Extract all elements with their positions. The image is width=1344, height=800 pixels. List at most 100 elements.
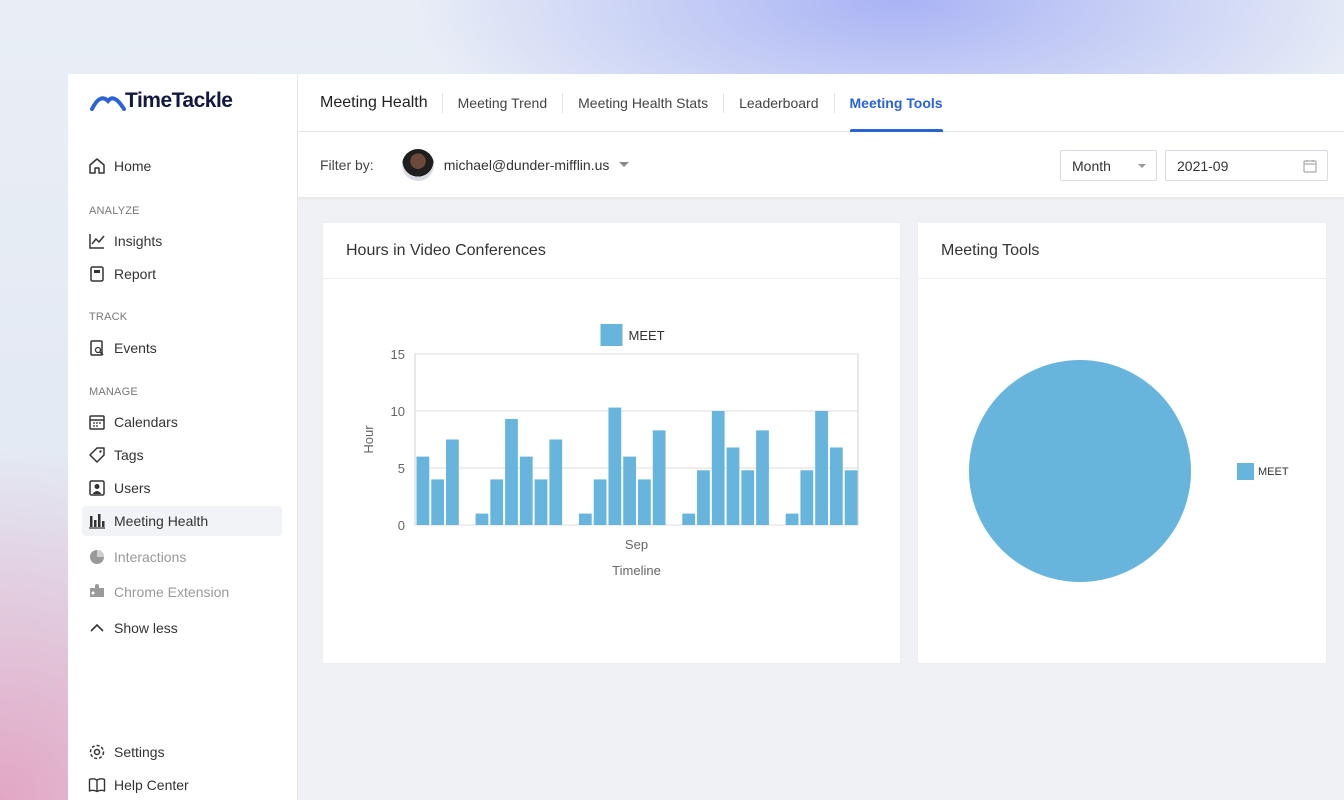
tab-leaderboard[interactable]: Leaderboard [723, 92, 833, 113]
date-picker[interactable]: 2021-09 [1165, 150, 1328, 181]
plot-frame [414, 353, 859, 526]
show-less-toggle[interactable]: Show less [82, 613, 282, 643]
bar[interactable] [475, 513, 489, 525]
app-window: TimeTackle Home ANALYZE Insights Report … [68, 74, 1344, 800]
logo[interactable]: TimeTackle [90, 89, 233, 112]
video-conferences-card: Hours in Video Conferences 0 5 10 15 Sep Time… [322, 222, 901, 664]
bar[interactable] [844, 470, 858, 525]
book-icon [88, 776, 106, 794]
bar[interactable] [505, 418, 518, 525]
calendar-icon [1303, 159, 1317, 176]
y-tick-label: 10 [391, 404, 405, 419]
x-axis-title: Timeline [612, 563, 661, 578]
bar[interactable] [711, 411, 725, 525]
chevron-up-icon [88, 619, 106, 637]
bar[interactable] [593, 479, 607, 525]
bar[interactable] [697, 470, 710, 525]
logo-text: TimeTackle [125, 89, 233, 112]
meeting-tools-card: Meeting Tools MEET [917, 222, 1327, 664]
sidebar-item-label: Calendars [114, 414, 178, 430]
section-label-track: TRACK [89, 311, 128, 323]
sidebar-item-label: Insights [114, 233, 163, 249]
bar[interactable] [785, 513, 799, 525]
gear-icon [88, 743, 106, 761]
bar-chart-icon [88, 512, 106, 530]
meeting-tools-pie-chart: MEET [969, 360, 1289, 582]
bar[interactable] [815, 411, 828, 525]
sidebar-item-label: Users [114, 480, 151, 496]
sidebar-item-events[interactable]: Events [82, 333, 282, 363]
section-label-manage: MANAGE [89, 386, 138, 398]
sidebar-item-label: Interactions [114, 549, 187, 565]
filter-bar: Filter by: michael@dunder-mifflin.us Mon… [298, 132, 1344, 198]
bar[interactable] [446, 439, 459, 526]
tab-meeting-health-stats[interactable]: Meeting Health Stats [562, 92, 723, 113]
legend-swatch[interactable] [1237, 463, 1254, 480]
pie-slice[interactable] [969, 360, 1191, 582]
sidebar-item-report[interactable]: Report [82, 259, 282, 289]
date-value: 2021-09 [1177, 157, 1229, 174]
caret-down-icon [1138, 164, 1146, 168]
y-tick-label: 0 [398, 518, 405, 533]
legend-label[interactable]: MEET [1258, 466, 1289, 478]
sidebar-item-users[interactable]: Users [82, 473, 282, 503]
timetackle-logo-icon [90, 96, 126, 111]
puzzle-icon [88, 583, 106, 601]
event-search-icon [88, 339, 106, 357]
line-chart-icon [88, 232, 106, 250]
sidebar-item-insights[interactable]: Insights [82, 226, 282, 256]
tag-icon [88, 446, 106, 464]
sidebar-item-home[interactable]: Home [82, 151, 282, 181]
sidebar-item-tags[interactable]: Tags [82, 440, 282, 470]
legend-label[interactable]: MEET [629, 328, 665, 343]
x-tick-label: Sep [625, 537, 648, 552]
sidebar: TimeTackle Home ANALYZE Insights Report … [68, 74, 298, 800]
hours-bar-chart: 0 5 10 15 Sep Timeline Hour MEET [361, 324, 859, 578]
sidebar-item-label: Tags [114, 447, 144, 463]
bar[interactable] [490, 479, 504, 525]
tab-meeting-tools[interactable]: Meeting Tools [833, 92, 958, 133]
card-title: Meeting Tools [918, 223, 1326, 279]
sidebar-item-label: Meeting Health [114, 513, 209, 529]
calendar-icon [88, 413, 106, 431]
filter-label: Filter by: [320, 156, 374, 173]
sidebar-item-meeting-health[interactable]: Meeting Health [82, 506, 282, 536]
bar[interactable] [608, 407, 622, 525]
user-email: michael@dunder-mifflin.us [443, 156, 610, 173]
sidebar-item-settings[interactable]: Settings [82, 737, 282, 767]
sidebar-item-label: Home [114, 158, 152, 174]
y-axis-title: Hour [361, 425, 376, 454]
sidebar-item-calendars[interactable]: Calendars [82, 407, 282, 437]
bar[interactable] [741, 470, 755, 525]
bar[interactable] [416, 456, 430, 525]
user-filter-dropdown[interactable]: michael@dunder-mifflin.us [401, 148, 630, 181]
bar[interactable] [800, 470, 814, 525]
home-icon [88, 157, 106, 175]
bar[interactable] [431, 479, 445, 525]
bar[interactable] [726, 447, 740, 525]
bar[interactable] [829, 447, 843, 525]
period-select[interactable]: Month [1060, 150, 1157, 181]
bar[interactable] [638, 479, 651, 525]
bar[interactable] [623, 456, 636, 525]
bar[interactable] [519, 456, 533, 525]
bar[interactable] [549, 439, 563, 526]
sidebar-item-label: Report [114, 266, 157, 282]
bar[interactable] [652, 430, 666, 525]
page-title: Meeting Health [320, 93, 428, 111]
sidebar-item-label: Help Center [114, 777, 189, 793]
pie-chart-icon [88, 548, 106, 566]
legend-swatch[interactable] [600, 324, 623, 346]
bar[interactable] [756, 430, 769, 525]
section-label-analyze: ANALYZE [89, 205, 140, 217]
sidebar-item-interactions[interactable]: Interactions [82, 542, 282, 572]
bar[interactable] [534, 479, 548, 525]
main-area: Meeting Health Meeting Trend Meeting Hea… [298, 74, 1344, 800]
bar[interactable] [578, 513, 592, 525]
user-icon [88, 479, 106, 497]
sidebar-item-chrome-extension[interactable]: Chrome Extension [82, 577, 282, 607]
sidebar-item-help-center[interactable]: Help Center [82, 770, 282, 800]
tab-meeting-trend[interactable]: Meeting Trend [441, 92, 563, 113]
header-bar: Meeting Health Meeting Trend Meeting Hea… [298, 74, 1344, 133]
bar[interactable] [682, 513, 696, 525]
